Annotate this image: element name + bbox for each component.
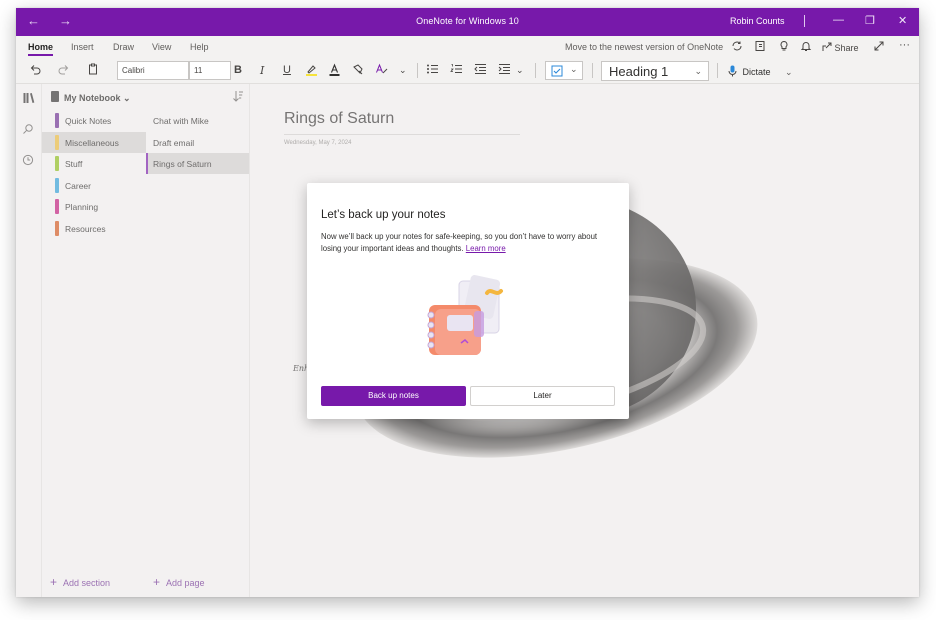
dialog-title: Let’s back up your notes bbox=[321, 209, 446, 221]
notebook-view-icon[interactable] bbox=[754, 40, 766, 55]
undo-icon[interactable] bbox=[29, 63, 41, 78]
back-up-notes-button[interactable]: Back up notes bbox=[321, 386, 466, 406]
tag-dropdown[interactable]: ⌄ bbox=[545, 61, 583, 80]
minimize-icon[interactable]: — bbox=[833, 14, 844, 26]
share-icon bbox=[822, 42, 832, 51]
italic-button[interactable]: I bbox=[260, 64, 264, 77]
close-icon[interactable]: ✕ bbox=[898, 14, 907, 27]
redo-icon[interactable] bbox=[58, 63, 70, 78]
restore-icon[interactable]: ❐ bbox=[865, 14, 875, 27]
microphone-icon bbox=[728, 65, 737, 77]
title-bar: ← → OneNote for Windows 10 Robin Counts … bbox=[16, 8, 919, 36]
toolbar-divider bbox=[592, 63, 593, 78]
tab-insert[interactable]: Insert bbox=[71, 42, 94, 52]
toolbar-divider bbox=[717, 63, 718, 78]
numbering-icon[interactable] bbox=[450, 63, 463, 78]
dictate-button[interactable]: Dictate ⌄ bbox=[728, 65, 793, 78]
tab-view[interactable]: View bbox=[152, 42, 171, 52]
dialog-body: Now we’ll back up your notes for safe-ke… bbox=[321, 231, 611, 254]
newest-version-link[interactable]: Move to the newest version of OneNote bbox=[565, 42, 723, 52]
more-options-icon[interactable]: ··· bbox=[899, 39, 910, 51]
decrease-indent-icon[interactable] bbox=[474, 63, 487, 78]
styles-icon[interactable] bbox=[375, 63, 389, 78]
bold-button[interactable]: B bbox=[234, 64, 242, 76]
checkbox-tag-icon bbox=[551, 65, 563, 77]
format-painter-icon[interactable] bbox=[352, 63, 364, 78]
lightbulb-icon[interactable] bbox=[778, 40, 790, 55]
style-dropdown[interactable]: Heading 1 ⌄ bbox=[601, 61, 709, 81]
share-label: Share bbox=[834, 43, 859, 53]
user-name[interactable]: Robin Counts bbox=[730, 16, 785, 26]
clipboard-icon[interactable] bbox=[87, 63, 99, 78]
dictate-label: Dictate bbox=[742, 67, 771, 77]
more-format-chevron-icon[interactable]: ⌄ bbox=[399, 65, 407, 76]
bullets-icon[interactable] bbox=[426, 63, 439, 78]
tab-home[interactable]: Home bbox=[28, 42, 54, 56]
font-color-icon[interactable] bbox=[328, 63, 341, 79]
notebook-backup-illustration bbox=[427, 275, 503, 355]
dictate-chevron-icon: ⌄ bbox=[785, 67, 793, 77]
font-family-input[interactable]: Calibri bbox=[117, 61, 189, 80]
toolbar: Calibri 11 B I U ⌄ ⌄ ⌄ Heading 1 ⌄ Dicta… bbox=[16, 58, 919, 84]
toolbar-divider bbox=[535, 63, 536, 78]
toolbar-divider bbox=[417, 63, 418, 78]
style-chevron-icon: ⌄ bbox=[694, 66, 702, 76]
titlebar-divider bbox=[804, 15, 805, 27]
onenote-window: ← → OneNote for Windows 10 Robin Counts … bbox=[16, 8, 919, 597]
learn-more-link[interactable]: Learn more bbox=[466, 244, 506, 253]
ribbon-tabs: Home Insert Draw View Help Move to the n… bbox=[16, 36, 919, 58]
tab-draw[interactable]: Draw bbox=[113, 42, 134, 52]
bell-icon[interactable] bbox=[800, 40, 812, 55]
share-button[interactable]: Share bbox=[822, 42, 859, 53]
underline-button[interactable]: U bbox=[283, 64, 291, 76]
style-value: Heading 1 bbox=[609, 64, 669, 79]
highlighter-icon[interactable] bbox=[305, 63, 318, 79]
paragraph-chevron-icon[interactable]: ⌄ bbox=[516, 65, 524, 76]
sync-icon[interactable] bbox=[731, 40, 743, 55]
increase-indent-icon[interactable] bbox=[498, 63, 511, 78]
backup-dialog: Let’s back up your notes Now we’ll back … bbox=[307, 183, 629, 419]
tab-help[interactable]: Help bbox=[190, 42, 209, 52]
later-button[interactable]: Later bbox=[470, 386, 615, 406]
font-size-input[interactable]: 11 bbox=[189, 61, 231, 80]
dialog-message: Now we’ll back up your notes for safe-ke… bbox=[321, 232, 598, 253]
tag-chevron-icon: ⌄ bbox=[570, 64, 578, 74]
expand-icon[interactable] bbox=[873, 40, 885, 55]
